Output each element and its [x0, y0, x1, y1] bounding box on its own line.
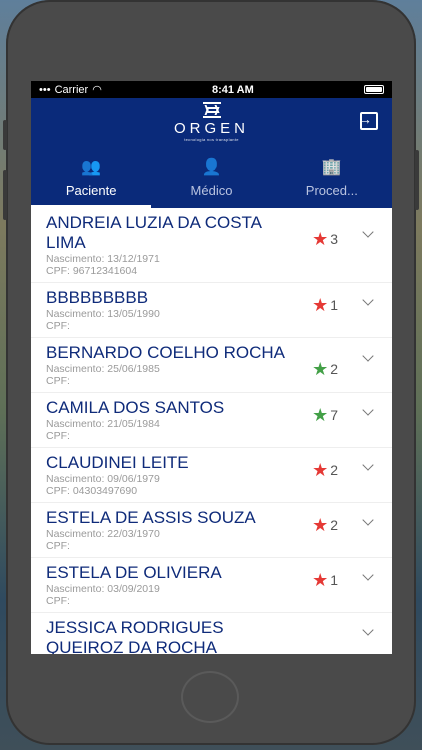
rating-count: 1: [330, 572, 338, 588]
star-icon: ★: [312, 295, 329, 315]
list-item[interactable]: BERNARDO COELHO ROCHA Nascimento: 25/06/…: [31, 338, 392, 393]
list-item[interactable]: CAMILA DOS SANTOS Nascimento: 21/05/1984…: [31, 393, 392, 448]
rating-count: 7: [330, 407, 338, 423]
patient-name: BERNARDO COELHO ROCHA: [46, 343, 285, 362]
chevron-down-icon[interactable]: [362, 624, 374, 636]
list-item[interactable]: ESTELA DE ASSIS SOUZA Nascimento: 22/03/…: [31, 503, 392, 558]
star-icon: ★: [312, 460, 329, 480]
chevron-down-icon[interactable]: [362, 569, 374, 581]
patient-name: ESTELA DE OLIVIERA: [46, 563, 222, 582]
tab-paciente[interactable]: 👥 Paciente: [31, 152, 152, 208]
star-icon: ★: [312, 359, 329, 379]
star-icon: ★: [312, 570, 329, 590]
logo-text: ORGEN: [173, 120, 249, 137]
rating: ★ 7: [312, 406, 338, 424]
rating: ★ 2: [312, 516, 338, 534]
star-icon: ★: [312, 405, 329, 425]
rating: ★ 1: [312, 296, 338, 314]
list-item[interactable]: BBBBBBBBB Nascimento: 13/05/1990 CPF: ★ …: [31, 283, 392, 338]
logo-icon: [202, 102, 221, 118]
star-icon: ★: [312, 515, 329, 535]
tab-label: Paciente: [65, 183, 117, 198]
patient-cpf: CPF: 96712341604: [46, 265, 138, 277]
rating-count: 2: [330, 462, 338, 478]
tab-bar: 👥 Paciente 👤 Médico 🏢 Proced...: [31, 152, 392, 208]
tab-medico[interactable]: 👤 Médico: [151, 152, 271, 208]
status-bar: ••• Carrier ◠ 8:41 AM: [31, 81, 392, 98]
carrier-label: Carrier: [54, 83, 89, 96]
tab-label: Médico: [190, 183, 233, 198]
patient-name: ANDREIA LUZIA DA COSTA LIMA: [46, 213, 262, 252]
building-icon: 🏢: [321, 159, 342, 176]
wifi-icon: ◠: [92, 84, 102, 96]
patient-cpf: CPF: 04303497690: [46, 485, 138, 497]
chevron-down-icon[interactable]: [362, 459, 374, 471]
app-screen: ••• Carrier ◠ 8:41 AM ORGEN tecnologia n…: [31, 81, 392, 654]
rating-count: 1: [330, 297, 338, 313]
logo-tagline: tecnologia nos transplante: [184, 137, 239, 142]
list-item[interactable]: ANDREIA LUZIA DA COSTA LIMA Nascimento: …: [31, 208, 392, 283]
patient-list: ANDREIA LUZIA DA COSTA LIMA Nascimento: …: [31, 208, 392, 654]
rating-count: 3: [330, 231, 338, 247]
app-header: ORGEN tecnologia nos transplante 👥 Pacie…: [31, 98, 392, 208]
star-icon: ★: [312, 229, 329, 249]
chevron-down-icon[interactable]: [362, 350, 374, 362]
status-time: 8:41 AM: [212, 83, 254, 96]
rating: ★ 2: [312, 360, 338, 378]
patient-name: CAMILA DOS SANTOS: [46, 398, 225, 417]
person-icon: 👤: [201, 159, 222, 176]
rating: ★ 2: [312, 461, 338, 479]
patient-name: ESTELA DE ASSIS SOUZA: [46, 508, 256, 527]
rating-count: 2: [330, 361, 338, 377]
side-button: [3, 170, 7, 220]
patient-cpf: CPF:: [46, 430, 70, 442]
patient-cpf: CPF:: [46, 595, 70, 607]
side-button: [3, 120, 7, 150]
rating-count: 2: [330, 517, 338, 533]
rating: ★ 1: [312, 571, 338, 589]
list-item[interactable]: CLAUDINEI LEITE Nascimento: 09/06/1979 C…: [31, 448, 392, 503]
chevron-down-icon[interactable]: [362, 226, 374, 238]
list-item[interactable]: ESTELA DE OLIVIERA Nascimento: 03/09/201…: [31, 558, 392, 613]
chevron-down-icon[interactable]: [362, 294, 374, 306]
tab-label: Proced...: [305, 183, 358, 198]
app-logo: ORGEN tecnologia nos transplante: [31, 102, 392, 142]
logout-icon[interactable]: [358, 111, 378, 130]
chevron-down-icon[interactable]: [362, 514, 374, 526]
rating: ★ 3: [312, 230, 338, 248]
list-item[interactable]: JESSICA RODRIGUES QUEIROZ DA ROCHA: [31, 613, 392, 654]
chevron-down-icon[interactable]: [362, 404, 374, 416]
home-button[interactable]: [181, 671, 239, 723]
patient-cpf: CPF:: [46, 320, 70, 332]
signal-icon: •••: [39, 83, 51, 96]
side-button: [415, 150, 419, 210]
patient-cpf: CPF:: [46, 540, 70, 552]
battery-icon: [363, 85, 384, 94]
patient-name: BBBBBBBBB: [46, 288, 149, 307]
patient-birth: Nascimento: 13/12/1971: [46, 253, 160, 265]
patient-name: CLAUDINEI LEITE: [46, 453, 189, 472]
people-icon: 👥: [81, 159, 102, 176]
tab-procedimento[interactable]: 🏢 Proced...: [272, 152, 392, 208]
patient-name: JESSICA RODRIGUES QUEIROZ DA ROCHA: [46, 618, 224, 654]
